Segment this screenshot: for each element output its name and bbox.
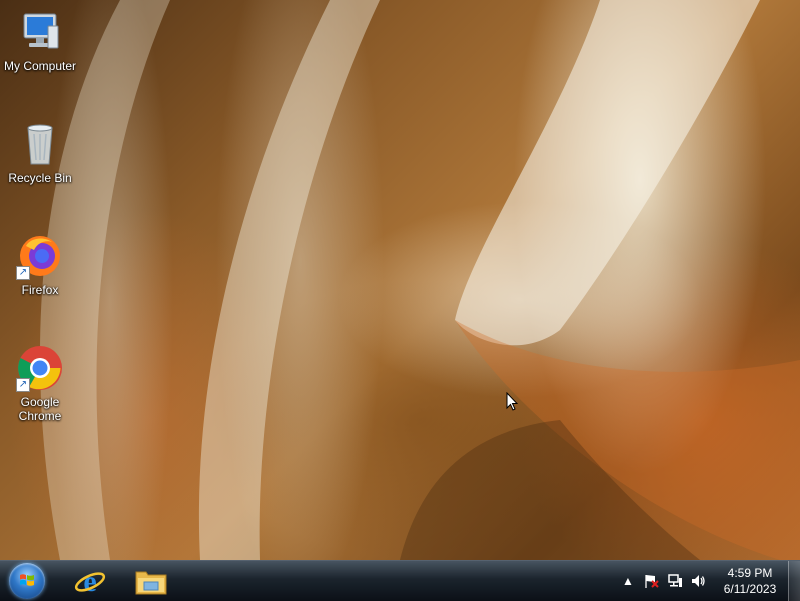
- svg-text:e: e: [83, 565, 96, 597]
- action-center-flag-icon[interactable]: [643, 573, 659, 589]
- desktop-icon-label: Firefox: [21, 283, 59, 297]
- mouse-pointer-icon: [506, 392, 518, 411]
- chrome-icon: ↗: [16, 344, 64, 392]
- internet-explorer-icon: e: [74, 565, 106, 597]
- desktop-icon-google-chrome[interactable]: ↗ Google Chrome: [0, 344, 80, 423]
- clock[interactable]: 4:59 PM 6/11/2023: [718, 565, 782, 597]
- volume-icon[interactable]: [690, 573, 706, 589]
- show-hidden-icons-arrow[interactable]: ▲: [620, 573, 636, 589]
- file-explorer-icon: [135, 571, 167, 595]
- desktop-icon-label: Google Chrome: [18, 395, 62, 423]
- file-explorer-taskbar-button[interactable]: [130, 561, 172, 601]
- shortcut-arrow-icon: ↗: [16, 378, 30, 392]
- clock-time: 4:59 PM: [727, 566, 773, 580]
- wallpaper-image: [40, 0, 800, 560]
- desktop-icon-my-computer[interactable]: My Computer: [0, 8, 80, 73]
- start-button[interactable]: [4, 561, 50, 601]
- shortcut-arrow-icon: ↗: [16, 266, 30, 280]
- desktop-icon-firefox[interactable]: ↗ Firefox: [0, 232, 80, 297]
- firefox-icon: ↗: [16, 232, 64, 280]
- taskbar: e ▲ 4:59 PM 6/11/2023: [0, 560, 800, 601]
- desktop-icon-recycle-bin[interactable]: Recycle Bin: [0, 120, 80, 185]
- internet-explorer-taskbar-button[interactable]: e: [70, 561, 110, 601]
- desktop-icon-label: Recycle Bin: [8, 171, 72, 185]
- windows-start-orb-icon: [9, 563, 45, 599]
- recycle-bin-icon: [16, 120, 64, 168]
- clock-date: 6/11/2023: [723, 582, 777, 596]
- computer-icon: [16, 8, 64, 56]
- show-desktop-button[interactable]: [788, 561, 800, 601]
- desktop-icon-label: My Computer: [3, 59, 77, 73]
- desktop[interactable]: My Computer Recycle Bin ↗ Firefox ↗ Goog…: [0, 0, 800, 560]
- network-icon[interactable]: [667, 573, 683, 589]
